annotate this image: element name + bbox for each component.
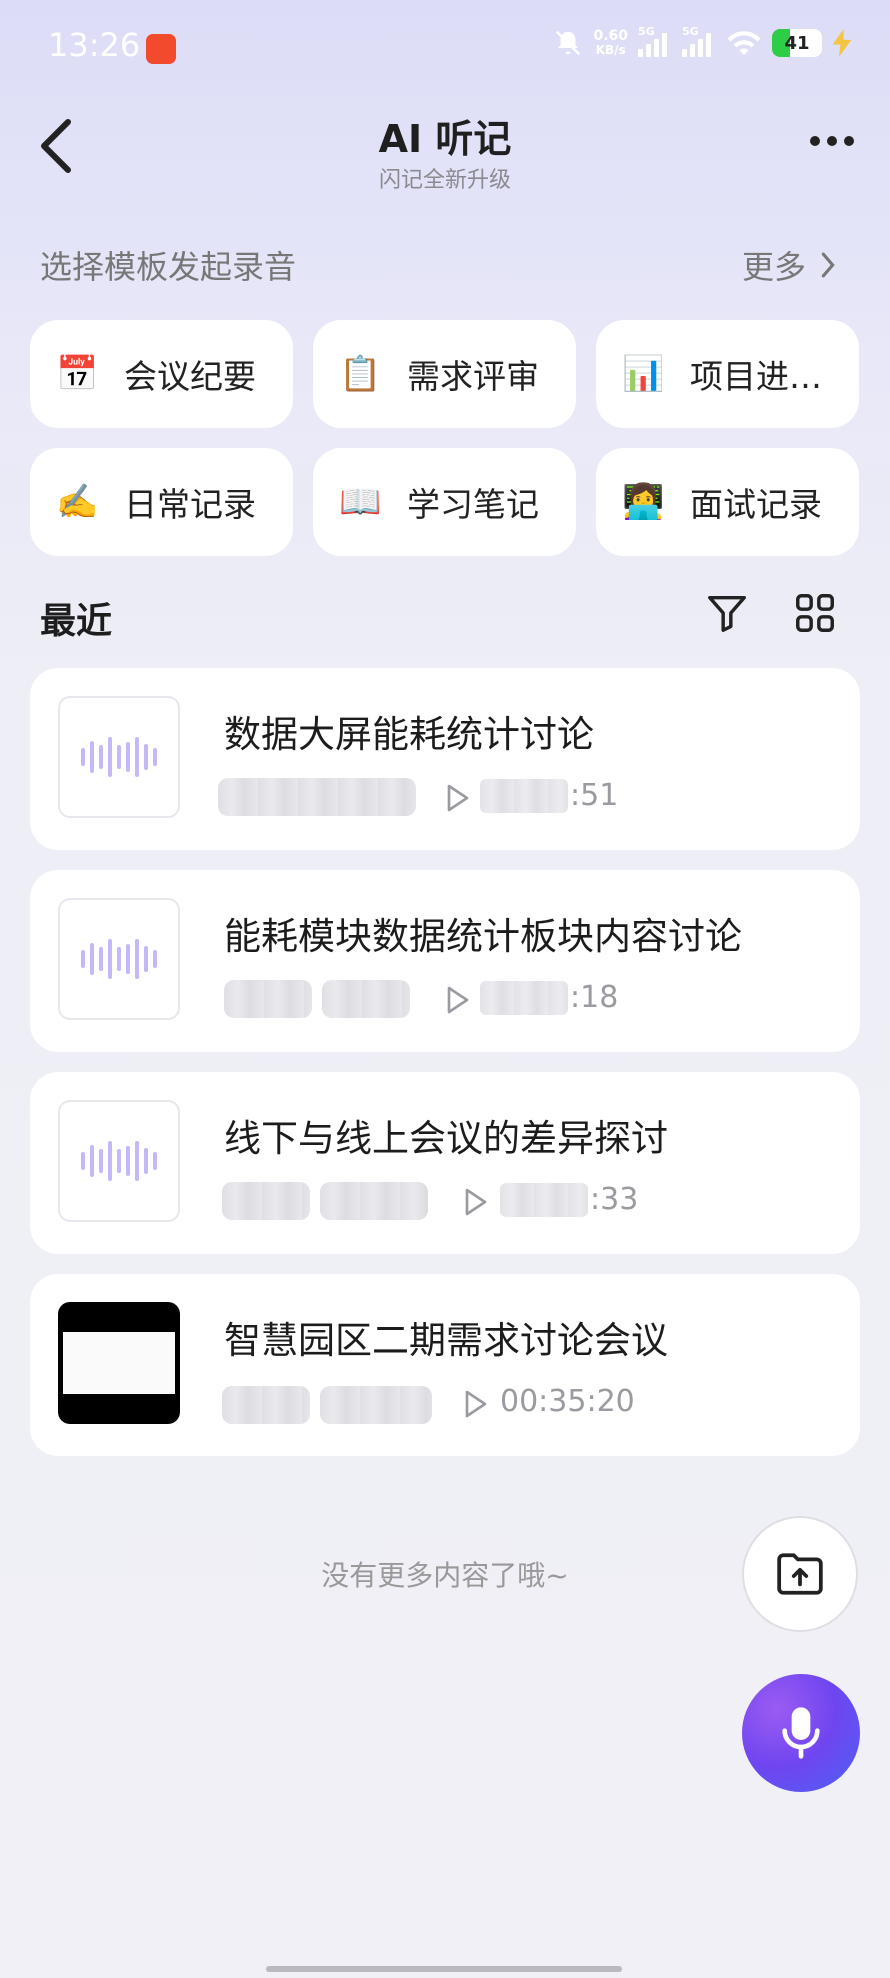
- person-laptop-icon: 👩‍💻: [622, 482, 665, 522]
- net-speed-unit: KB/s: [595, 43, 626, 57]
- duration-text: :33: [590, 1182, 639, 1217]
- bar-chart-icon: 📊: [622, 354, 665, 394]
- wifi-icon: [727, 31, 761, 55]
- net-speed: 0.60 KB/s: [593, 29, 628, 57]
- template-label: 项目进…: [690, 357, 822, 396]
- duration-text: 00:35:20: [500, 1384, 635, 1419]
- template-label: 会议纪要: [124, 357, 256, 396]
- more-templates-button[interactable]: 更多: [742, 242, 836, 288]
- duration-text: :51: [570, 778, 619, 813]
- recording-duration: :18: [480, 980, 618, 1015]
- template-interview-record[interactable]: 👩‍💻 面试记录: [596, 448, 859, 556]
- blurred-time: [320, 1182, 428, 1220]
- recording-title: 能耗模块数据统计板块内容讨论: [224, 915, 742, 958]
- status-icons: 0.60 KB/s 5G 5G 41: [553, 25, 852, 58]
- chevron-right-icon: [821, 252, 835, 278]
- writing-hand-icon: ✍️: [56, 482, 99, 522]
- grid-view-button[interactable]: [792, 590, 838, 640]
- page-subtitle: 闪记全新升级: [378, 168, 511, 193]
- signal-2: 5G: [682, 25, 716, 57]
- blurred-date: [224, 980, 312, 1018]
- record-button[interactable]: [742, 1674, 860, 1792]
- template-project-progress[interactable]: 📊 项目进…: [596, 320, 859, 428]
- template-label: 日常记录: [124, 485, 256, 524]
- recording-title: 线下与线上会议的差异探讨: [224, 1117, 668, 1160]
- play-icon: [465, 1390, 487, 1418]
- filter-button[interactable]: [704, 590, 750, 640]
- battery-level: 41: [784, 32, 810, 54]
- more-templates-label: 更多: [741, 248, 806, 286]
- template-label: 需求评审: [407, 357, 539, 396]
- template-label: 学习笔记: [407, 485, 539, 524]
- audio-thumbnail: [58, 898, 180, 1020]
- blurred-time: [322, 980, 410, 1018]
- calendar-icon: 📅: [56, 354, 99, 394]
- duration-text: :18: [570, 980, 619, 1015]
- grid-icon: [796, 594, 834, 632]
- recording-card[interactable]: 智慧园区二期需求讨论会议 00:35:20: [30, 1274, 860, 1456]
- folder-upload-icon: [777, 1553, 823, 1595]
- blurred-date: [222, 1386, 310, 1424]
- mute-bell-icon: [556, 30, 581, 56]
- waveform-icon: [81, 939, 157, 979]
- more-options-button[interactable]: [810, 136, 854, 146]
- blurred-date: [222, 1182, 310, 1220]
- page-title: AI 听记: [378, 117, 512, 161]
- microphone-icon: [782, 1707, 820, 1759]
- template-study-notes[interactable]: 📖 学习笔记: [313, 448, 576, 556]
- recording-duration: :51: [480, 778, 618, 813]
- video-thumbnail: [58, 1302, 180, 1424]
- recording-card[interactable]: 数据大屏能耗统计讨论 :51: [30, 668, 860, 850]
- recent-section-label: 最近: [40, 601, 113, 642]
- battery-icon: 41: [772, 29, 822, 57]
- waveform-icon: [81, 737, 157, 777]
- template-daily-record[interactable]: ✍️ 日常记录: [30, 448, 293, 556]
- upload-button[interactable]: [742, 1516, 858, 1632]
- home-indicator: [266, 1966, 622, 1972]
- recording-duration: 00:35:20: [500, 1384, 635, 1419]
- clipboard-icon: 📋: [339, 354, 382, 394]
- recording-title: 智慧园区二期需求讨论会议: [224, 1319, 668, 1362]
- status-time: 13:26: [48, 26, 141, 64]
- play-icon: [447, 784, 469, 812]
- blurred-date: [218, 778, 416, 816]
- blurred-time: [320, 1386, 432, 1424]
- template-requirement-review[interactable]: 📋 需求评审: [313, 320, 576, 428]
- play-icon: [447, 986, 469, 1014]
- net-speed-value: 0.60: [593, 28, 628, 44]
- play-icon: [465, 1188, 487, 1216]
- waveform-icon: [81, 1141, 157, 1181]
- slide-preview: [63, 1332, 175, 1394]
- filter-icon: [708, 595, 746, 632]
- template-grid: 📅 会议纪要 📋 需求评审 📊 项目进… ✍️ 日常记录 📖 学习笔记 👩‍💻 面试记录: [30, 320, 860, 556]
- signal-1: 5G: [638, 25, 672, 57]
- recording-title: 数据大屏能耗统计讨论: [224, 713, 594, 756]
- app-notification-icon: [146, 34, 176, 64]
- recording-card[interactable]: 线下与线上会议的差异探讨 :33: [30, 1072, 860, 1254]
- template-label: 面试记录: [690, 485, 822, 524]
- template-section-label: 选择模板发起录音: [40, 248, 297, 286]
- charging-icon: [832, 29, 852, 57]
- recording-duration: :33: [500, 1182, 638, 1217]
- recording-card[interactable]: 能耗模块数据统计板块内容讨论 :18: [30, 870, 860, 1052]
- signal-1-label: 5G: [638, 25, 655, 38]
- template-meeting-minutes[interactable]: 📅 会议纪要: [30, 320, 293, 428]
- open-book-icon: 📖: [339, 482, 382, 522]
- audio-thumbnail: [58, 1100, 180, 1222]
- audio-thumbnail: [58, 696, 180, 818]
- signal-2-label: 5G: [682, 25, 699, 38]
